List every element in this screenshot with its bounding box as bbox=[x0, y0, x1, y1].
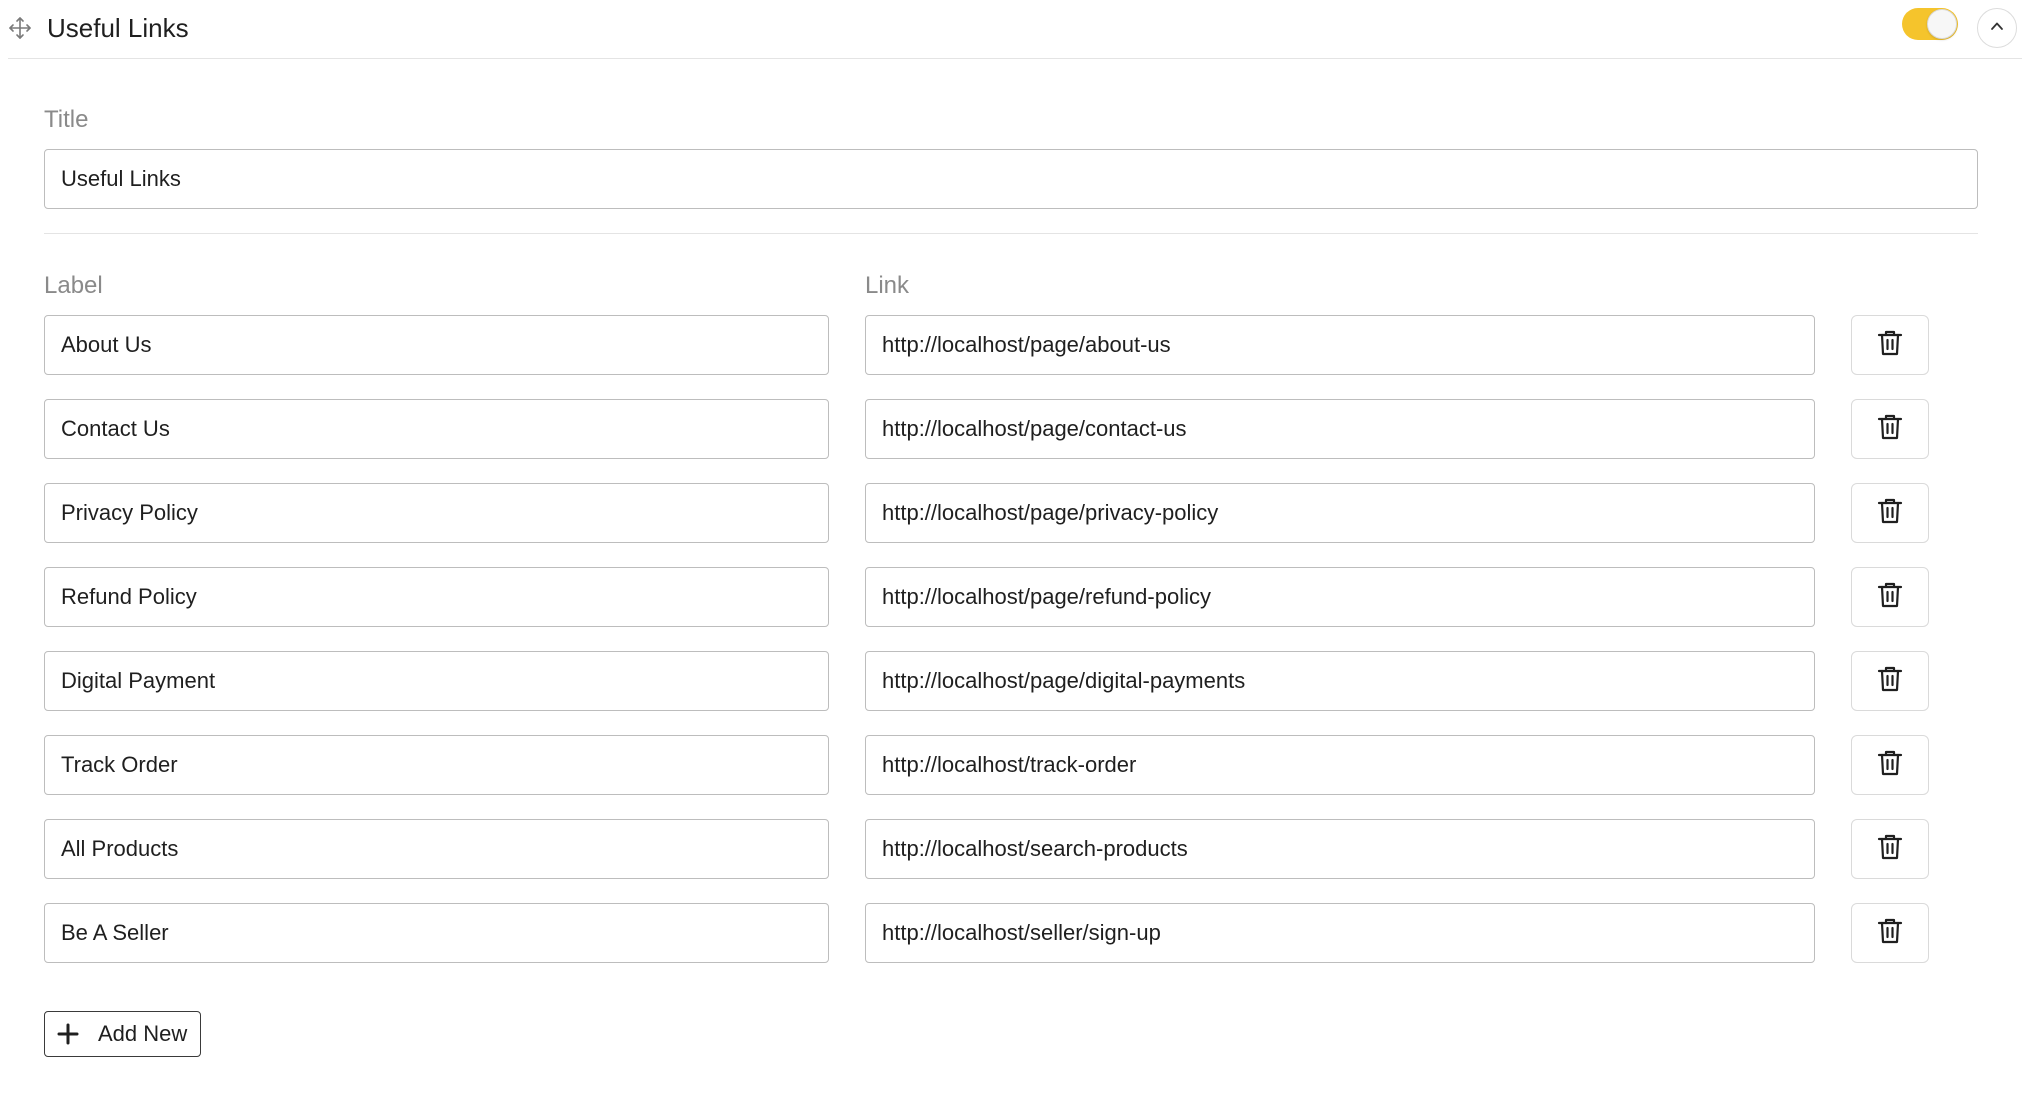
label-input[interactable]: Digital Payment bbox=[44, 651, 829, 711]
toggle-knob bbox=[1927, 9, 1957, 39]
delete-button[interactable] bbox=[1851, 399, 1929, 459]
delete-button[interactable] bbox=[1851, 819, 1929, 879]
delete-button[interactable] bbox=[1851, 903, 1929, 963]
trash-icon bbox=[1877, 581, 1903, 614]
title-field-label: Title bbox=[44, 106, 89, 133]
label-input[interactable]: Track Order bbox=[44, 735, 829, 795]
link-row: About Us http://localhost/page/about-us bbox=[0, 315, 2022, 375]
delete-button[interactable] bbox=[1851, 651, 1929, 711]
enable-toggle[interactable] bbox=[1902, 8, 1958, 40]
trash-icon bbox=[1877, 917, 1903, 950]
link-column-header: Link bbox=[865, 272, 910, 299]
trash-icon bbox=[1877, 497, 1903, 530]
label-input[interactable]: All Products bbox=[44, 819, 829, 879]
delete-button[interactable] bbox=[1851, 735, 1929, 795]
link-input[interactable]: http://localhost/seller/sign-up bbox=[865, 903, 1815, 963]
delete-button[interactable] bbox=[1851, 315, 1929, 375]
trash-icon bbox=[1877, 329, 1903, 362]
collapse-button[interactable] bbox=[1977, 8, 2017, 48]
link-row: Track Order http://localhost/track-order bbox=[0, 735, 2022, 795]
label-input[interactable]: Privacy Policy bbox=[44, 483, 829, 543]
label-input[interactable]: Contact Us bbox=[44, 399, 829, 459]
link-input[interactable]: http://localhost/page/contact-us bbox=[865, 399, 1815, 459]
link-input[interactable]: http://localhost/page/about-us bbox=[865, 315, 1815, 375]
link-input[interactable]: http://localhost/page/refund-policy bbox=[865, 567, 1815, 627]
link-row: Privacy Policy http://localhost/page/pri… bbox=[0, 483, 2022, 543]
label-input[interactable]: Be A Seller bbox=[44, 903, 829, 963]
delete-button[interactable] bbox=[1851, 567, 1929, 627]
panel-header: Useful Links bbox=[8, 0, 2022, 59]
link-row: Digital Payment http://localhost/page/di… bbox=[0, 651, 2022, 711]
label-column-header: Label bbox=[44, 272, 103, 299]
delete-button[interactable] bbox=[1851, 483, 1929, 543]
link-input[interactable]: http://localhost/page/digital-payments bbox=[865, 651, 1815, 711]
label-input[interactable]: About Us bbox=[44, 315, 829, 375]
section-divider bbox=[44, 233, 1978, 234]
chevron-up-icon bbox=[1989, 18, 2005, 39]
link-input[interactable]: http://localhost/page/privacy-policy bbox=[865, 483, 1815, 543]
trash-icon bbox=[1877, 749, 1903, 782]
link-input[interactable]: http://localhost/track-order bbox=[865, 735, 1815, 795]
add-new-button[interactable]: Add New bbox=[44, 1011, 201, 1057]
link-row: Refund Policy http://localhost/page/refu… bbox=[0, 567, 2022, 627]
link-row: Contact Us http://localhost/page/contact… bbox=[0, 399, 2022, 459]
panel-title: Useful Links bbox=[47, 13, 189, 43]
link-row: All Products http://localhost/search-pro… bbox=[0, 819, 2022, 879]
trash-icon bbox=[1877, 665, 1903, 698]
link-row: Be A Seller http://localhost/seller/sign… bbox=[0, 903, 2022, 963]
add-new-label: Add New bbox=[98, 1021, 188, 1046]
link-input[interactable]: http://localhost/search-products bbox=[865, 819, 1815, 879]
move-icon[interactable] bbox=[8, 16, 32, 40]
trash-icon bbox=[1877, 413, 1903, 446]
trash-icon bbox=[1877, 833, 1903, 866]
title-input[interactable]: Useful Links bbox=[44, 149, 1978, 209]
plus-icon bbox=[57, 1023, 79, 1045]
useful-links-panel: Useful Links Title Useful Links Label Li… bbox=[0, 0, 2022, 1104]
label-input[interactable]: Refund Policy bbox=[44, 567, 829, 627]
